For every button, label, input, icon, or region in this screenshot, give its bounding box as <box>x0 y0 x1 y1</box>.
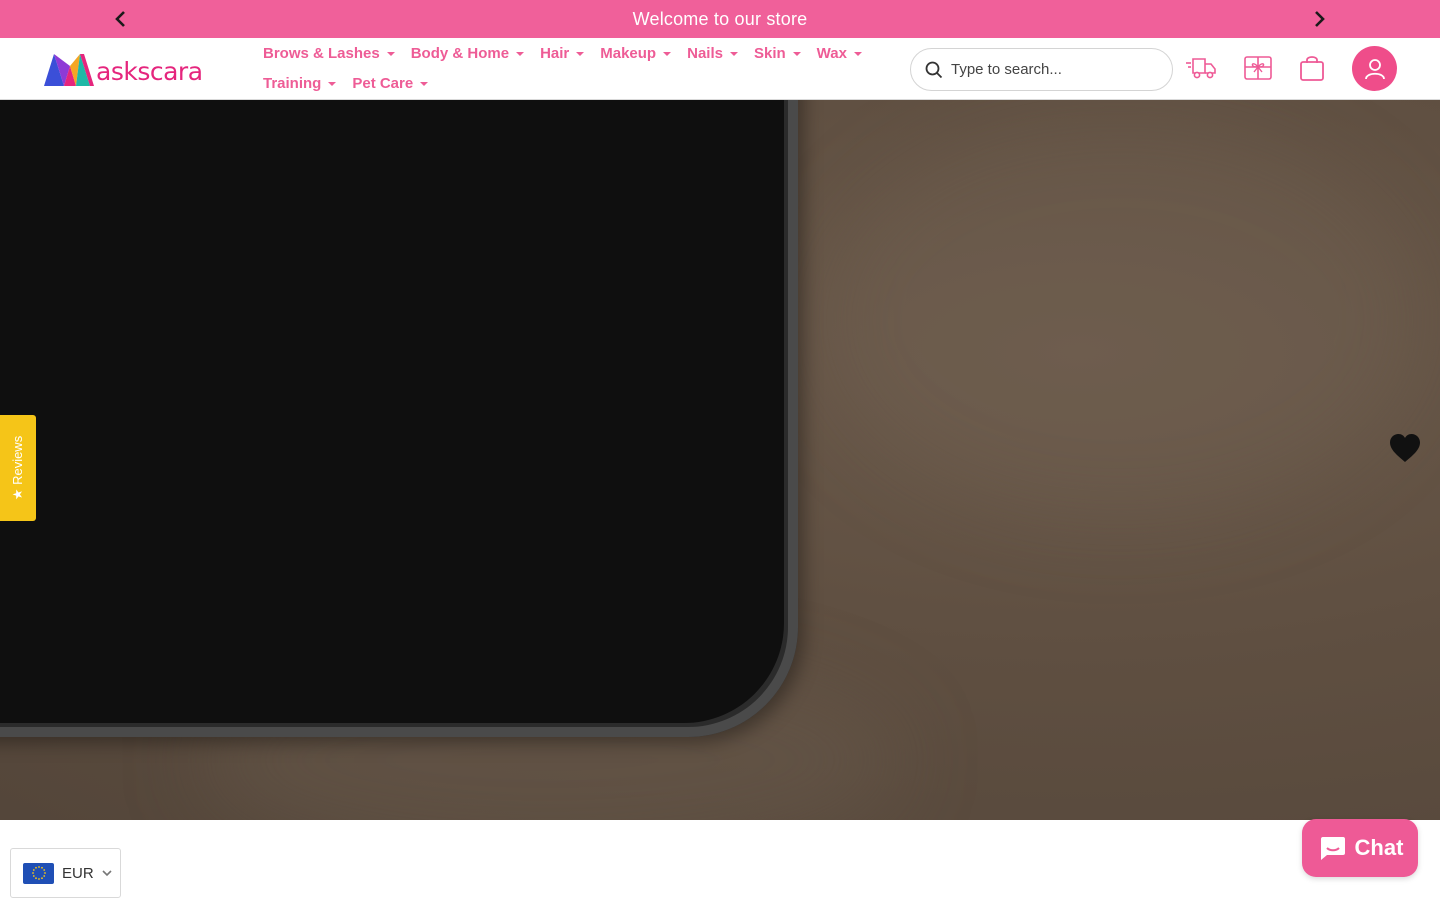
hero-background-texture <box>820 120 1420 520</box>
nav-item-pet-care[interactable]: Pet Care <box>352 74 429 92</box>
nav-item-wax[interactable]: Wax <box>817 45 862 62</box>
nav-item-label: Hair <box>540 44 570 62</box>
nav-item-training[interactable]: Training <box>263 74 337 92</box>
nav-row-1: Brows & Lashes Body & Home Hair Makeup N… <box>263 38 863 68</box>
shopping-bag-icon <box>1300 56 1324 81</box>
chevron-right-icon <box>1315 11 1325 27</box>
account-button[interactable] <box>1352 46 1397 91</box>
announcement-bar: Welcome to our store <box>0 0 1440 38</box>
caret-down-icon <box>729 52 738 56</box>
eu-flag-icon <box>23 862 54 884</box>
site-header: askscara Brows & Lashes Body & Home Hair… <box>0 38 1440 100</box>
logo-mark-icon <box>44 54 94 86</box>
nav-item-label: Brows & Lashes <box>263 44 380 62</box>
announcement-prev-button[interactable] <box>108 7 132 31</box>
chevron-down-icon <box>102 870 112 877</box>
announcement-next-button[interactable] <box>1308 7 1332 31</box>
device-bezel <box>0 100 798 737</box>
delivery-tracking-button[interactable] <box>1185 52 1217 84</box>
nav-item-label: Nails <box>687 44 723 62</box>
chat-button[interactable]: Chat <box>1302 819 1418 877</box>
caret-down-icon <box>420 82 429 86</box>
chevron-left-icon <box>115 11 125 27</box>
gift-card-button[interactable] <box>1242 52 1274 84</box>
delivery-truck-icon <box>1186 58 1216 79</box>
cart-button[interactable] <box>1296 52 1328 84</box>
hero-banner[interactable] <box>0 100 1440 820</box>
nav-item-body-home[interactable]: Body & Home <box>410 44 525 62</box>
currency-selector[interactable]: EUR <box>10 848 121 898</box>
nav-item-label: Training <box>263 74 322 92</box>
nav-item-label: Skin <box>753 44 786 62</box>
caret-down-icon <box>792 52 801 56</box>
nav-item-nails[interactable]: Nails <box>687 45 738 62</box>
reviews-tab-label: ★ Reviews <box>10 435 26 501</box>
chat-bubble-icon <box>1320 837 1345 860</box>
caret-down-icon <box>663 52 672 56</box>
gift-card-icon <box>1244 56 1272 80</box>
caret-down-icon <box>576 52 585 56</box>
nav-item-makeup[interactable]: Makeup <box>600 44 672 62</box>
store-logo[interactable]: askscara <box>44 51 203 87</box>
nav-item-label: Pet Care <box>352 74 414 92</box>
search-input[interactable] <box>951 61 1161 78</box>
wishlist-button[interactable] <box>1388 432 1422 466</box>
search-icon <box>925 61 943 78</box>
reviews-side-tab[interactable]: ★ Reviews <box>0 415 36 521</box>
main-navigation: Brows & Lashes Body & Home Hair Makeup N… <box>263 38 863 98</box>
nav-item-hair[interactable]: Hair <box>540 44 585 62</box>
search-box[interactable] <box>910 48 1173 91</box>
account-icon <box>1364 58 1385 79</box>
nav-item-label: Wax <box>816 44 847 62</box>
chat-button-label: Chat <box>1354 835 1404 860</box>
logo-wordmark: askscara <box>96 56 203 86</box>
announcement-text: Welcome to our store <box>632 8 808 29</box>
nav-item-label: Makeup <box>600 44 657 62</box>
nav-item-brows-lashes[interactable]: Brows & Lashes <box>263 45 395 62</box>
currency-code: EUR <box>62 864 94 882</box>
caret-down-icon <box>328 82 337 86</box>
nav-row-2: Training Pet Care <box>263 68 863 98</box>
nav-item-skin[interactable]: Skin <box>754 45 801 62</box>
caret-down-icon <box>853 52 862 56</box>
nav-item-label: Body & Home <box>410 44 510 62</box>
hero-device-image <box>0 100 798 737</box>
heart-icon <box>1390 434 1420 462</box>
caret-down-icon <box>386 52 395 56</box>
caret-down-icon <box>516 52 525 56</box>
